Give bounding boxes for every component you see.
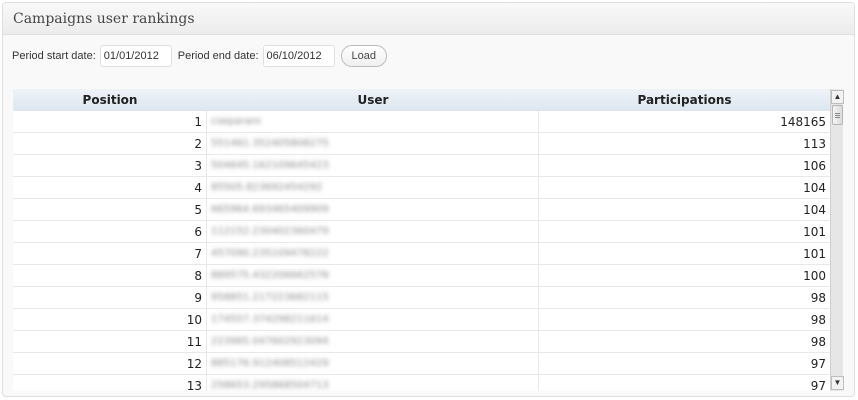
column-header-position[interactable]: Position [13,89,207,111]
date-filter-bar: Period start date: Period end date: Load [12,44,387,68]
table-row[interactable]: 3 504645.162109645423 106 [13,155,830,177]
rankings-panel: Campaigns user rankings Period start dat… [2,2,855,397]
position-cell: 4 [13,177,207,198]
end-date-input[interactable] [262,45,335,67]
participations-cell: 97 [810,356,826,371]
user-id: 885176.912408512429 [211,358,329,369]
user-cell: ciaipararo [207,111,539,132]
position-cell: 11 [13,331,207,352]
table-row[interactable]: 1 ciaipararo 148165 [13,111,830,133]
table-row[interactable]: 7 457090.235109478222 101 [13,243,830,265]
user-cell: 457090.235109478222 [207,243,539,264]
participations-cell: 101 [803,246,826,261]
position-cell: 7 [13,243,207,264]
user-cell: 551461.352405808275 [207,133,539,154]
user-cell: 958851.217223682115 [207,287,539,308]
table-body: 1 ciaipararo 148165 2 551461.352405808275 113… [13,111,830,391]
table-row[interactable]: 6 112152.230402360479 101 [13,221,830,243]
position-cell: 12 [13,353,207,374]
table-header: Position User Participations [13,89,830,111]
participations-cell: 98 [810,312,826,327]
position-cell: 5 [13,199,207,220]
rankings-table: Position User Participations 1 ciaipararo… [13,89,844,391]
participations-cell: 97 [810,378,826,392]
table-row[interactable]: 13 258653.295868504713 97 [13,375,830,391]
user-id: ciaipararo [211,116,261,127]
user-id: 551461.352405808275 [211,138,329,149]
participations-cell: 98 [810,290,826,305]
user-cell: 665964.693465409909 [207,199,539,220]
column-header-user[interactable]: User [207,89,539,111]
position-cell: 3 [13,155,207,176]
user-cell: 174557.374298211614 [207,309,539,330]
participations-cell: 148165 [780,114,826,129]
table-row[interactable]: 9 958851.217223682115 98 [13,287,830,309]
table-row[interactable]: 2 551461.352405808275 113 [13,133,830,155]
user-id: 504645.162109645423 [211,160,329,171]
table-row[interactable]: 5 665964.693465409909 104 [13,199,830,221]
user-cell: 889575.432206662578 [207,265,539,286]
table-row[interactable]: 4 85505.823692454292 104 [13,177,830,199]
user-id: 665964.693465409909 [211,204,329,215]
user-cell: 223965.047602923094 [207,331,539,352]
user-id: 223965.047602923094 [211,336,329,347]
table-row[interactable]: 10 174557.374298211614 98 [13,309,830,331]
user-cell: 885176.912408512429 [207,353,539,374]
user-id: 457090.235109478222 [211,248,329,259]
position-cell: 6 [13,221,207,242]
user-cell: 504645.162109645423 [207,155,539,176]
participations-cell: 104 [803,180,826,195]
user-cell: 112152.230402360479 [207,221,539,242]
grip-icon [835,112,840,118]
participations-cell: 104 [803,202,826,217]
position-cell: 1 [13,111,207,132]
vertical-scrollbar[interactable]: ▲ ▼ [830,89,844,391]
start-date-input[interactable] [99,45,172,67]
load-button[interactable]: Load [340,45,387,67]
position-cell: 10 [13,309,207,330]
user-id: 112152.230402360479 [211,226,329,237]
participations-cell: 101 [803,224,826,239]
panel-header: Campaigns user rankings [3,3,854,35]
user-id: 958851.217223682115 [211,292,329,303]
participations-cell: 113 [803,136,826,151]
page-title: Campaigns user rankings [13,11,195,27]
position-cell: 2 [13,133,207,154]
position-cell: 13 [13,375,207,391]
user-id: 258653.295868504713 [211,380,329,391]
end-date-label: Period end date: [177,50,259,62]
table-row[interactable]: 12 885176.912408512429 97 [13,353,830,375]
up-arrow-icon[interactable]: ▲ [831,90,844,104]
column-header-participations[interactable]: Participations [539,89,830,111]
user-cell: 85505.823692454292 [207,177,539,198]
user-cell: 258653.295868504713 [207,375,539,391]
table-row[interactable]: 11 223965.047602923094 98 [13,331,830,353]
scroll-thumb[interactable] [832,105,843,125]
participations-cell: 100 [803,268,826,283]
table-row[interactable]: 8 889575.432206662578 100 [13,265,830,287]
start-date-label: Period start date: [12,50,96,62]
position-cell: 8 [13,265,207,286]
user-id: 889575.432206662578 [211,270,329,281]
down-arrow-icon[interactable]: ▼ [831,376,844,390]
position-cell: 9 [13,287,207,308]
participations-cell: 106 [803,158,826,173]
user-id: 174557.374298211614 [211,314,329,325]
participations-cell: 98 [810,334,826,349]
user-id: 85505.823692454292 [211,182,323,193]
